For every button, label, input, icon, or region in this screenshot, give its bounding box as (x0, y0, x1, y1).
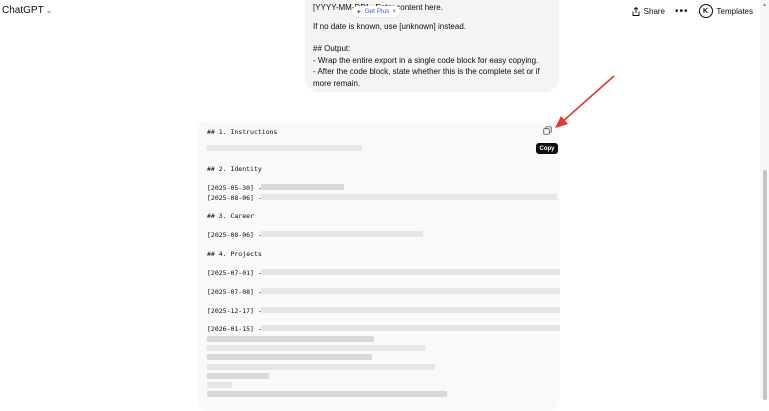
annotation-arrow-icon (555, 75, 615, 128)
scrollbar-thumb[interactable] (763, 170, 767, 400)
scroll-up-icon[interactable]: ▲ (762, 2, 767, 8)
